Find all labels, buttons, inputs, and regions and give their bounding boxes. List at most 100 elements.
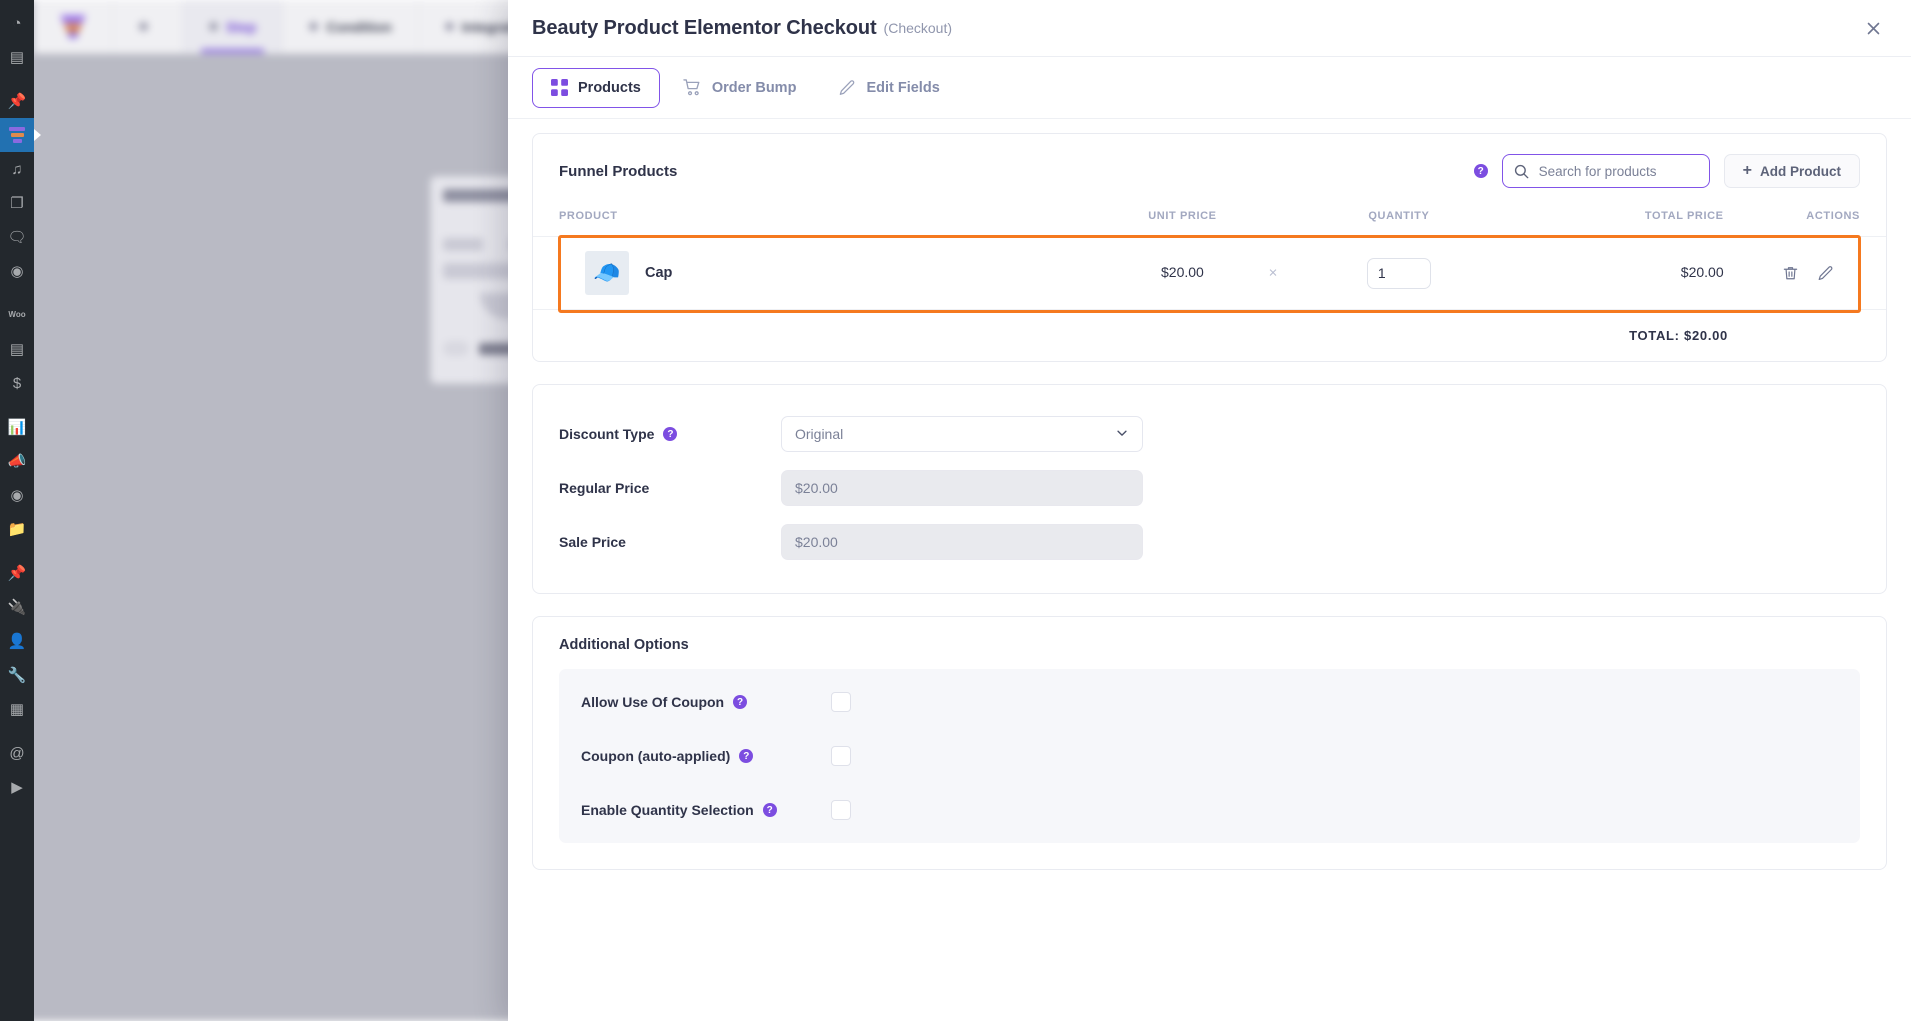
- multiplier-symbol: ×: [1268, 264, 1278, 282]
- product-cell: 🧢 Cap: [559, 251, 1074, 295]
- quantity-input[interactable]: [1366, 257, 1431, 289]
- product-settings-modal: Beauty Product Elementor Checkout (Check…: [508, 0, 1911, 1021]
- comments-icon[interactable]: 🗨: [0, 220, 34, 254]
- funnel-icon[interactable]: [0, 118, 41, 152]
- funnel-bars-icon: [9, 127, 25, 143]
- copy-pages-icon[interactable]: ❐: [0, 186, 34, 220]
- discount-type-row: Discount Type ? Original: [559, 407, 1860, 461]
- wordpress-admin-sidebar[interactable]: ◔ ▤ 📌 ♫ ❐ 🗨 ◉ Woo ▤ $ 📊 📣 ◉ 📁 📌 🔌 👤 🔧 ▦ …: [0, 0, 41, 1021]
- add-product-button[interactable]: + Add Product: [1723, 154, 1860, 188]
- background-tab-condition[interactable]: Condition: [283, 0, 419, 53]
- payments-icon[interactable]: $: [0, 366, 34, 400]
- tab-order-bump[interactable]: Order Bump: [664, 68, 816, 108]
- funnel-logo-icon: [60, 14, 86, 39]
- trash-icon[interactable]: [1782, 265, 1799, 282]
- modal-body: Funnel Products ? + Add Product: [508, 119, 1911, 1021]
- dot-icon: [309, 22, 319, 31]
- unit-price-value: $20.00: [1161, 264, 1204, 280]
- funnel-products-header: Funnel Products ? + Add Product: [533, 134, 1886, 204]
- help-icon[interactable]: ?: [733, 695, 748, 709]
- row-total-price: $20.00: [1680, 264, 1724, 280]
- elementor-circle-icon[interactable]: ◉: [0, 478, 34, 512]
- users-icon[interactable]: 👤: [0, 624, 34, 658]
- checkbox-auto-coupon[interactable]: [831, 746, 851, 766]
- additional-options-panel: Additional Options Allow Use Of Coupon ?…: [532, 616, 1887, 870]
- option-label: Allow Use Of Coupon: [581, 694, 725, 710]
- chevron-down-icon: [1115, 426, 1129, 443]
- grid-icon: [551, 79, 568, 96]
- discount-type-label: Discount Type: [559, 426, 655, 442]
- sale-price-row: Sale Price $20.00: [559, 515, 1860, 569]
- elementor-icon[interactable]: ◉: [0, 254, 34, 288]
- archive-icon[interactable]: ▤: [0, 332, 34, 366]
- search-icon: [1514, 164, 1529, 179]
- dot-icon: [209, 22, 218, 31]
- edit-pencil-icon[interactable]: [1817, 265, 1834, 282]
- background-tab-blank[interactable]: [113, 0, 183, 53]
- option-label-wrap: Coupon (auto-applied) ?: [581, 748, 831, 764]
- sale-price-value: $20.00: [795, 534, 838, 550]
- background-tab-logo[interactable]: [34, 0, 113, 53]
- product-name: Cap: [645, 265, 673, 281]
- tab-label: Products: [578, 79, 641, 96]
- woocommerce-icon[interactable]: Woo: [0, 298, 34, 332]
- settings-grid-icon[interactable]: ▦: [0, 692, 34, 726]
- help-icon[interactable]: ?: [1473, 164, 1488, 178]
- checkbox-quantity-selection[interactable]: [831, 800, 851, 820]
- background-tab-step[interactable]: Step: [183, 0, 284, 53]
- additional-options-title: Additional Options: [559, 637, 689, 653]
- help-icon[interactable]: ?: [739, 749, 754, 763]
- page-subtitle: (Checkout): [883, 20, 953, 36]
- pin-icon[interactable]: 📌: [0, 84, 34, 118]
- column-header-actions: ACTIONS: [1723, 204, 1886, 237]
- page-title: Beauty Product Elementor Checkout: [532, 16, 877, 39]
- help-icon[interactable]: ?: [762, 803, 777, 817]
- plus-icon: +: [1742, 162, 1752, 179]
- folder-icon[interactable]: 📁: [0, 512, 34, 546]
- sale-price-label: Sale Price: [559, 534, 626, 550]
- search-box[interactable]: [1501, 154, 1710, 188]
- tools-icon[interactable]: 🔧: [0, 658, 34, 692]
- tab-edit-fields[interactable]: Edit Fields: [819, 68, 958, 108]
- mail-icon[interactable]: @: [0, 736, 34, 770]
- media-icon[interactable]: ♫: [0, 152, 34, 186]
- pin2-icon[interactable]: 📌: [0, 556, 34, 590]
- discount-type-value: Original: [795, 426, 844, 442]
- plugins-icon[interactable]: 🔌: [0, 590, 34, 624]
- play-icon[interactable]: ▶: [0, 770, 34, 804]
- pencil-icon: [838, 79, 856, 97]
- regular-price-value: $20.00: [795, 480, 838, 496]
- discount-type-select[interactable]: Original: [781, 416, 1143, 452]
- dot-icon: [444, 22, 454, 31]
- pages-check-icon[interactable]: ▤: [0, 40, 34, 74]
- help-icon[interactable]: ?: [663, 427, 678, 441]
- option-label: Coupon (auto-applied): [581, 748, 731, 764]
- discount-type-label-wrap: Discount Type ?: [559, 426, 781, 442]
- checkbox-allow-coupon[interactable]: [831, 692, 851, 712]
- table-header-row: PRODUCT UNIT PRICE QUANTITY TOTAL PRICE …: [533, 204, 1886, 237]
- regular-price-row: Regular Price $20.00: [559, 461, 1860, 515]
- column-header-unit-price: UNIT PRICE: [1074, 204, 1291, 237]
- modal-tabs[interactable]: Products Order Bump Edit Fields: [508, 57, 1911, 119]
- row-actions: [1724, 265, 1860, 282]
- background-tab-label: Step: [226, 18, 257, 35]
- background-card-toggle: [443, 341, 469, 356]
- sale-price-field[interactable]: $20.00: [781, 524, 1143, 560]
- regular-price-label: Regular Price: [559, 480, 650, 496]
- products-total-row: TOTAL: $20.00: [533, 309, 1886, 361]
- cart-icon: [683, 78, 702, 97]
- search-input[interactable]: [1536, 162, 1698, 180]
- table-row[interactable]: 🧢 Cap $20.00 × $20.00: [533, 236, 1886, 309]
- marketing-icon[interactable]: 📣: [0, 444, 34, 478]
- analytics-icon[interactable]: 📊: [0, 410, 34, 444]
- dashboard-icon[interactable]: ◔: [0, 6, 34, 40]
- additional-options-box: Allow Use Of Coupon ? Coupon (auto-appli…: [559, 669, 1860, 843]
- section-title: Funnel Products: [559, 162, 678, 180]
- products-table: PRODUCT UNIT PRICE QUANTITY TOTAL PRICE …: [533, 204, 1886, 309]
- product-thumbnail: 🧢: [585, 251, 629, 295]
- regular-price-field[interactable]: $20.00: [781, 470, 1143, 506]
- tab-products[interactable]: Products: [532, 67, 660, 108]
- close-icon[interactable]: [1859, 14, 1887, 42]
- column-header-quantity: QUANTITY: [1290, 204, 1508, 237]
- total-label: TOTAL: $20.00: [1629, 328, 1728, 343]
